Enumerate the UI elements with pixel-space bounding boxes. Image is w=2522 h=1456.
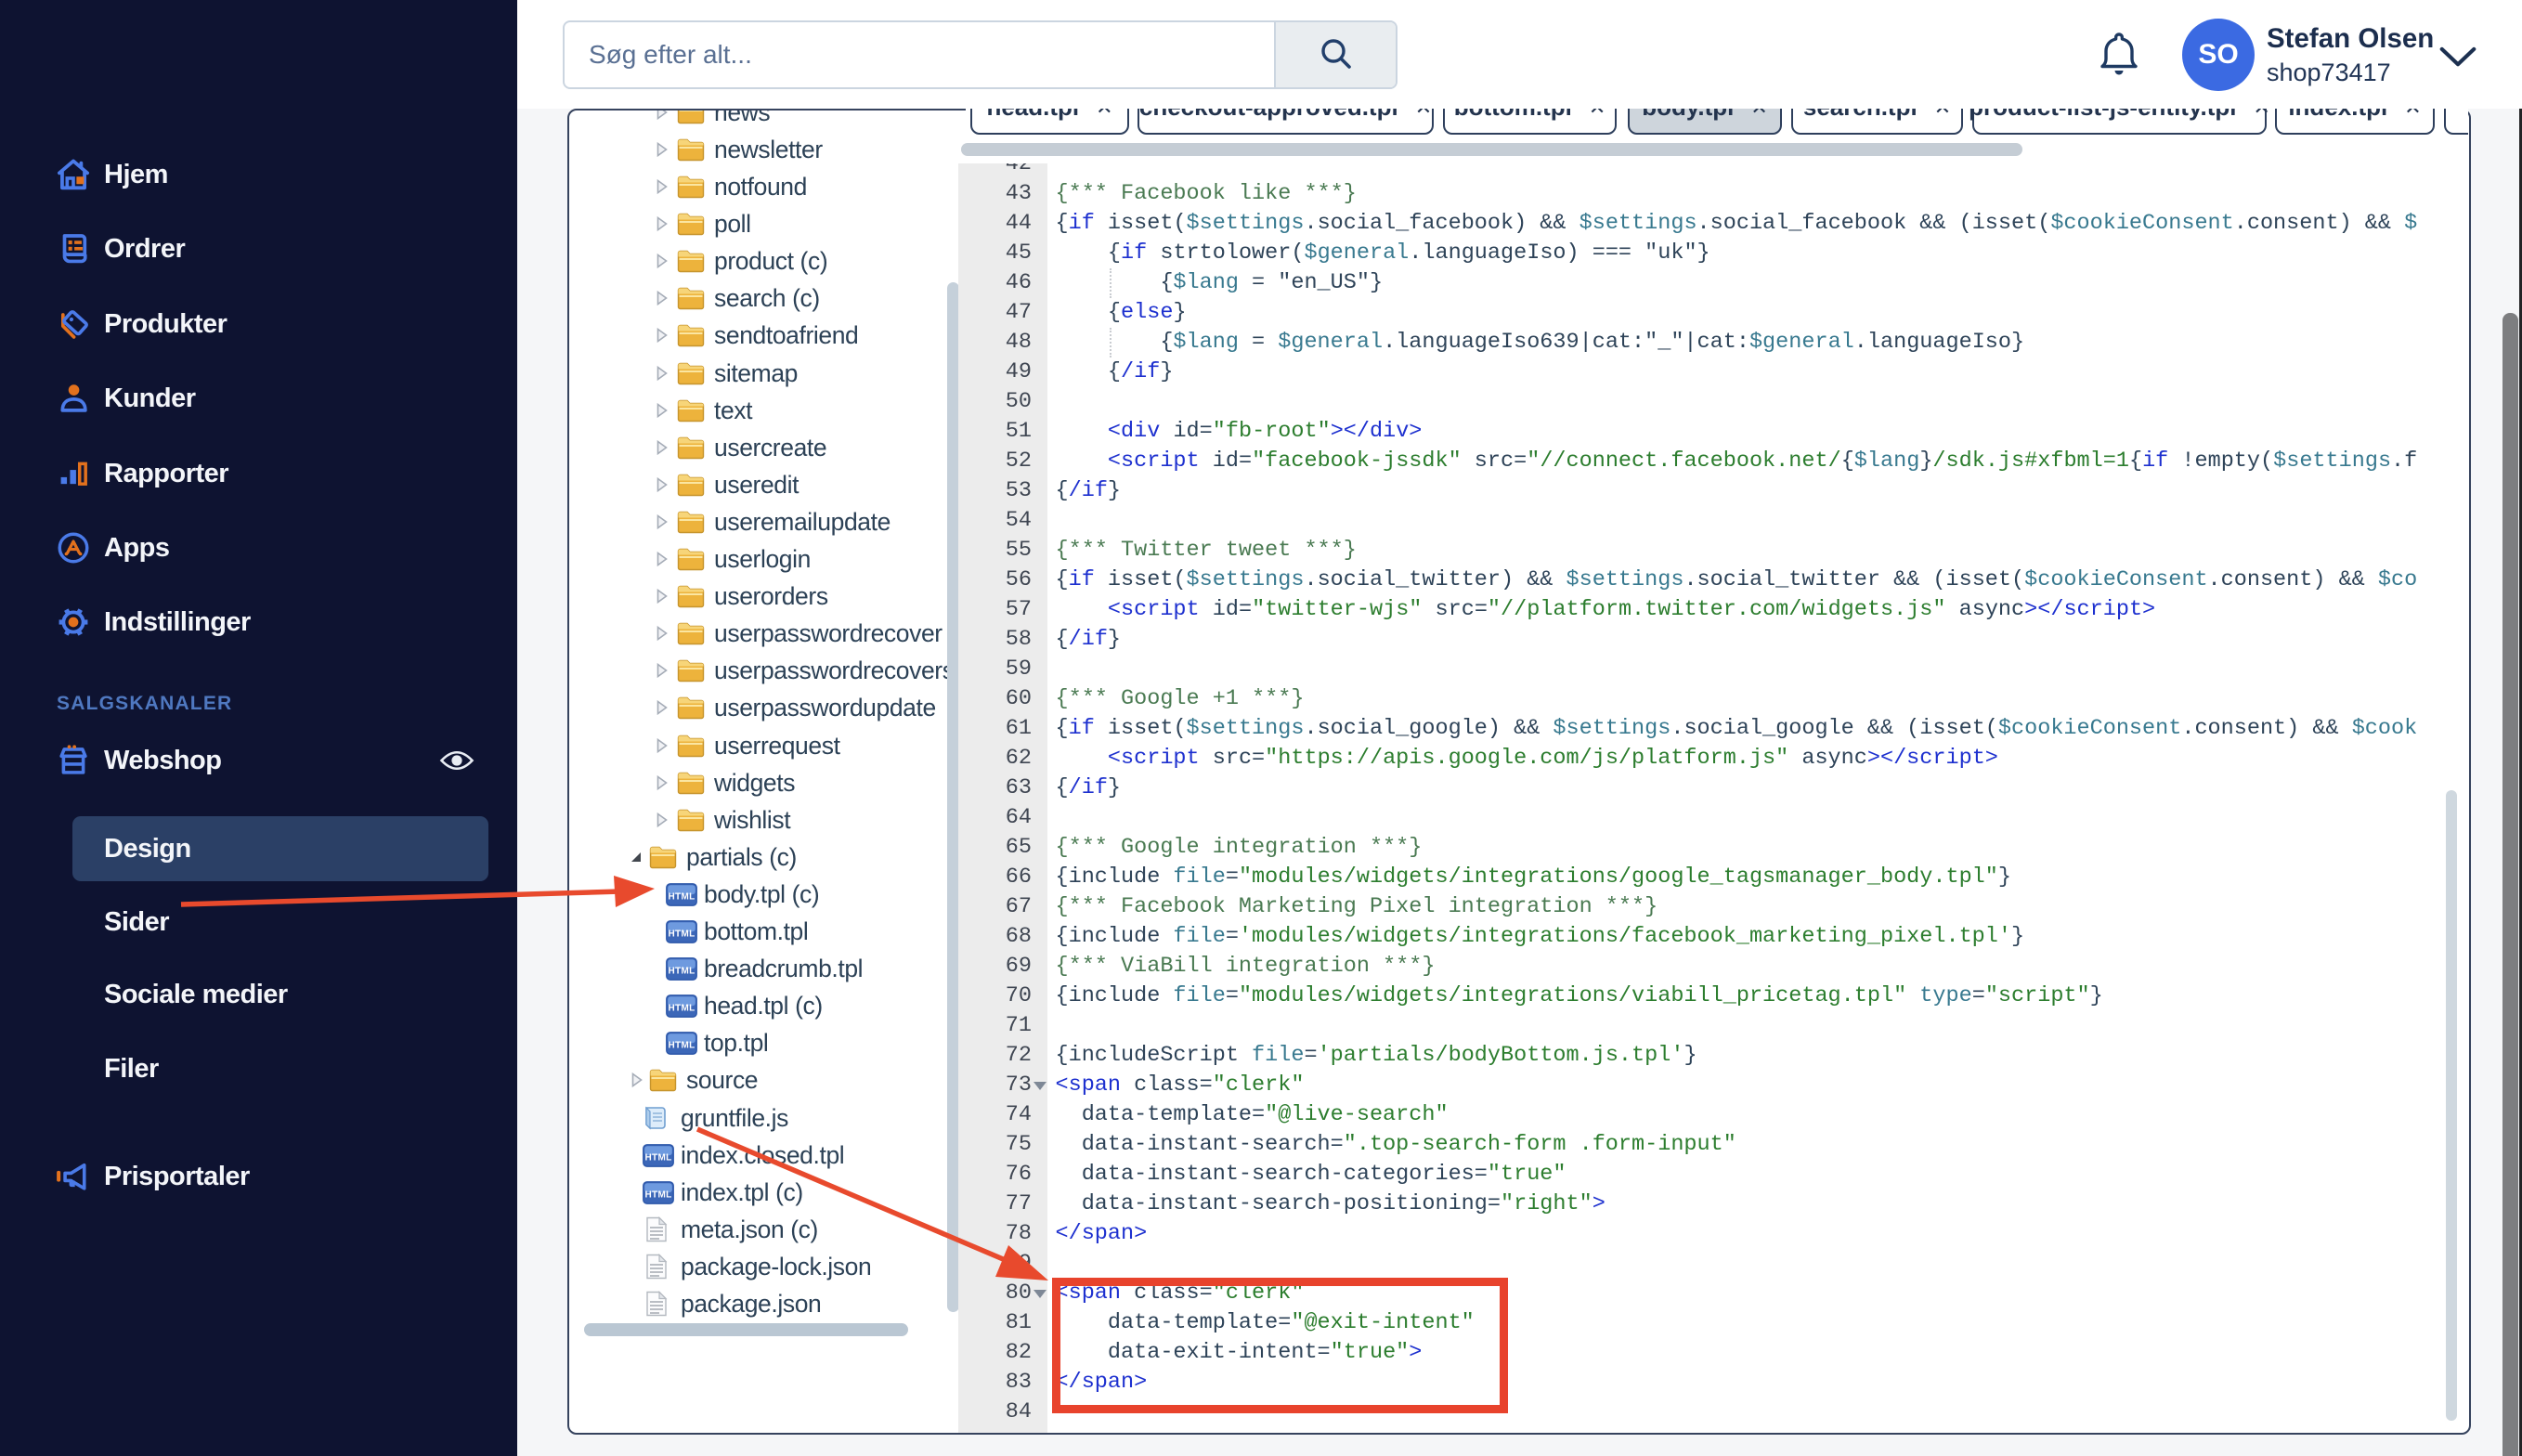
- svg-text:HTML: HTML: [669, 1041, 696, 1051]
- svg-text:HTML: HTML: [645, 1190, 672, 1200]
- svg-text:HTML: HTML: [669, 1004, 696, 1014]
- svg-text:HTML: HTML: [669, 930, 696, 940]
- svg-text:HTML: HTML: [669, 891, 696, 902]
- svg-text:HTML: HTML: [669, 967, 696, 977]
- svg-text:HTML: HTML: [645, 1152, 672, 1163]
